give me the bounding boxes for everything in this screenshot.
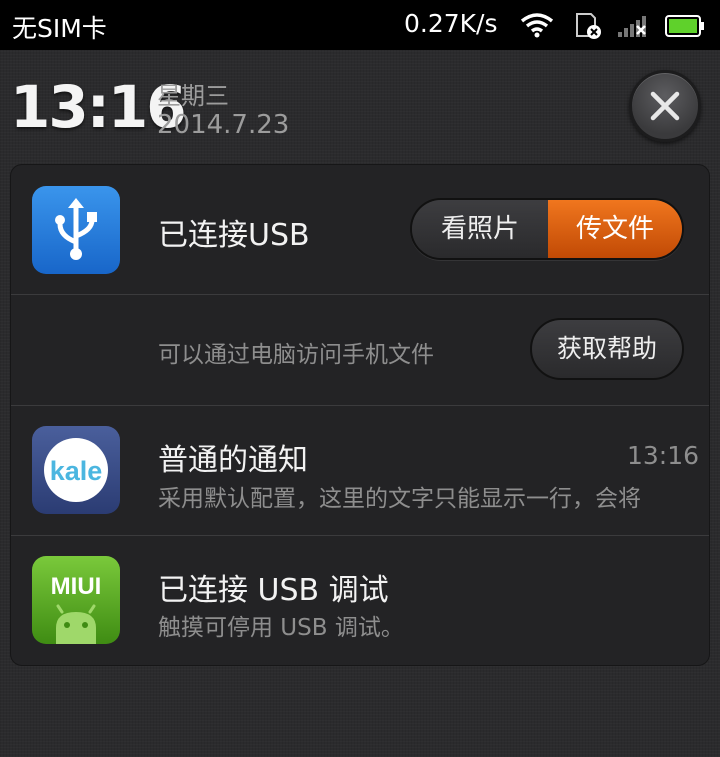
notification-title: 普通的通知 <box>158 443 308 478</box>
network-speed: 0.27K/s <box>404 9 498 38</box>
usb-icon <box>32 186 120 274</box>
notification-time: 13:16 <box>627 441 700 470</box>
divider <box>11 294 709 295</box>
status-bar: 无SIM卡 0.27K/s <box>0 0 720 50</box>
signal-no-service-icon <box>617 14 655 42</box>
android-debug-icon: MIUI <box>32 556 120 644</box>
kale-app-icon: kale <box>32 426 120 514</box>
close-button[interactable] <box>629 70 701 142</box>
carrier-label: 无SIM卡 <box>12 14 107 43</box>
notification-panel: 已连接USB 看照片 传文件 可以通过电脑访问手机文件 获取帮助 kale 普通… <box>10 164 710 666</box>
miui-logo-text: MIUI <box>51 573 102 600</box>
usb-notification-title: 已连接USB <box>158 218 310 253</box>
date-label: 2014.7.23 <box>157 110 290 140</box>
wifi-icon <box>520 12 554 42</box>
battery-icon <box>665 15 705 41</box>
notification-text: 触摸可停用 USB 调试。 <box>158 615 404 641</box>
divider <box>11 405 709 406</box>
notification-title: 已连接 USB 调试 <box>158 573 389 608</box>
weekday-label: 星期三 <box>157 82 229 110</box>
divider <box>11 535 709 536</box>
kale-logo-text: kale <box>50 456 103 486</box>
sim-off-icon <box>574 12 604 44</box>
notification-text: 采用默认配置，这里的文字只能显示一行，会将 <box>158 486 641 512</box>
usb-mode-toggle: 看照片 传文件 <box>410 198 684 260</box>
usb-description: 可以通过电脑访问手机文件 <box>158 342 434 368</box>
get-help-button[interactable]: 获取帮助 <box>530 318 684 380</box>
transfer-files-button[interactable]: 传文件 <box>548 200 682 258</box>
view-photos-button[interactable]: 看照片 <box>412 200 548 258</box>
close-icon <box>650 91 680 121</box>
